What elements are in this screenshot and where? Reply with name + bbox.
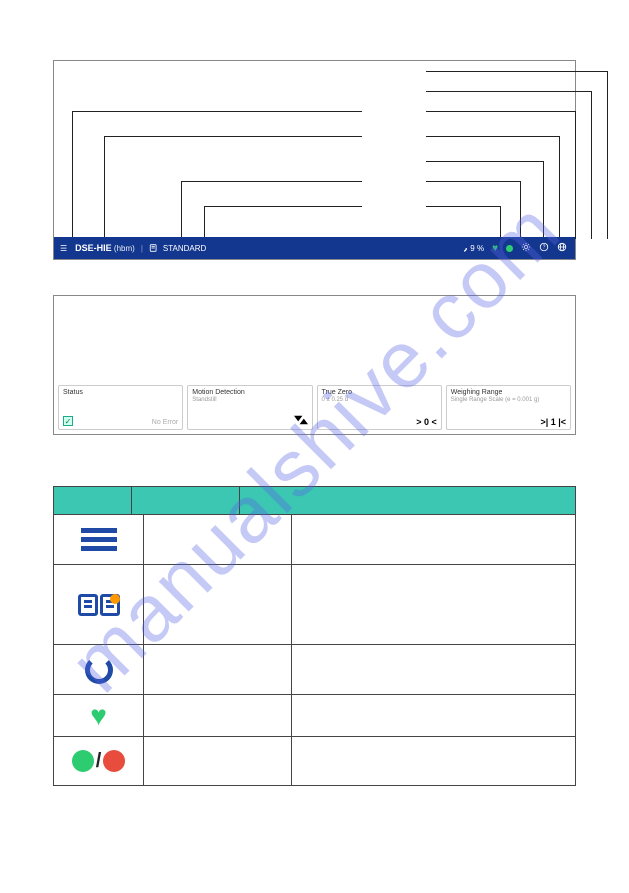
- hamburger-icon: [81, 528, 117, 551]
- status-card: Status ✓ No Error: [58, 385, 183, 430]
- parameter-set-icon: [78, 594, 120, 616]
- truezero-card: True Zero 0 ± 0.25 d > 0 <: [317, 385, 442, 430]
- table-row: [54, 645, 575, 695]
- progress-icon: 9 %: [458, 243, 484, 253]
- globe-icon[interactable]: [557, 242, 567, 254]
- status-circles-icon: /: [72, 750, 126, 773]
- card-footer: No Error: [152, 419, 178, 426]
- help-icon[interactable]: ?: [539, 242, 549, 254]
- motion-icon: [294, 415, 308, 427]
- app-toolbar: ☰ DSE-HIE (hbm) | STANDARD 9 % ♥ ?: [54, 237, 575, 259]
- status-dot-icon: [506, 245, 513, 252]
- device-suffix: (hbm): [112, 244, 135, 253]
- card-title: Status: [63, 389, 178, 396]
- card-subtitle: Standstill: [192, 397, 307, 403]
- spinner-icon: [85, 656, 113, 684]
- table-row: ♥: [54, 695, 575, 737]
- figure-toolbar-diagram: ☰ DSE-HIE (hbm) | STANDARD 9 % ♥ ?: [53, 60, 576, 260]
- card-subtitle: 0 ± 0.25 d: [322, 397, 437, 403]
- menu-icon[interactable]: ☰: [60, 244, 67, 253]
- table-row: [54, 515, 575, 565]
- table-header: [54, 487, 575, 515]
- layers-icon: [149, 243, 159, 253]
- progress-percent: 9 %: [470, 244, 484, 253]
- motion-card: Motion Detection Standstill: [187, 385, 312, 430]
- table-row: [54, 565, 575, 645]
- check-icon: ✓: [63, 416, 73, 426]
- range-icon: >| 1 |<: [540, 417, 566, 427]
- figure-status-cards: Status ✓ No Error Motion Detection Stand…: [53, 295, 576, 435]
- table-row: /: [54, 737, 575, 785]
- card-subtitle: Single Range Scale (e = 0.001 g): [451, 397, 566, 403]
- card-title: Motion Detection: [192, 389, 307, 396]
- sun-icon[interactable]: [521, 242, 531, 254]
- icon-legend-table: ♥ /: [53, 486, 576, 786]
- device-title: DSE-HIE: [75, 243, 112, 253]
- parameter-set-indicator[interactable]: STANDARD: [149, 243, 206, 253]
- range-card: Weighing Range Single Range Scale (e = 0…: [446, 385, 571, 430]
- separator: |: [141, 244, 143, 253]
- card-title: Weighing Range: [451, 389, 566, 396]
- zero-icon: > 0 <: [416, 417, 437, 427]
- mode-label: STANDARD: [163, 244, 206, 253]
- heart-icon: ♥: [90, 700, 107, 732]
- card-title: True Zero: [322, 389, 437, 396]
- heart-icon: ♥: [492, 243, 498, 254]
- svg-text:?: ?: [543, 245, 546, 251]
